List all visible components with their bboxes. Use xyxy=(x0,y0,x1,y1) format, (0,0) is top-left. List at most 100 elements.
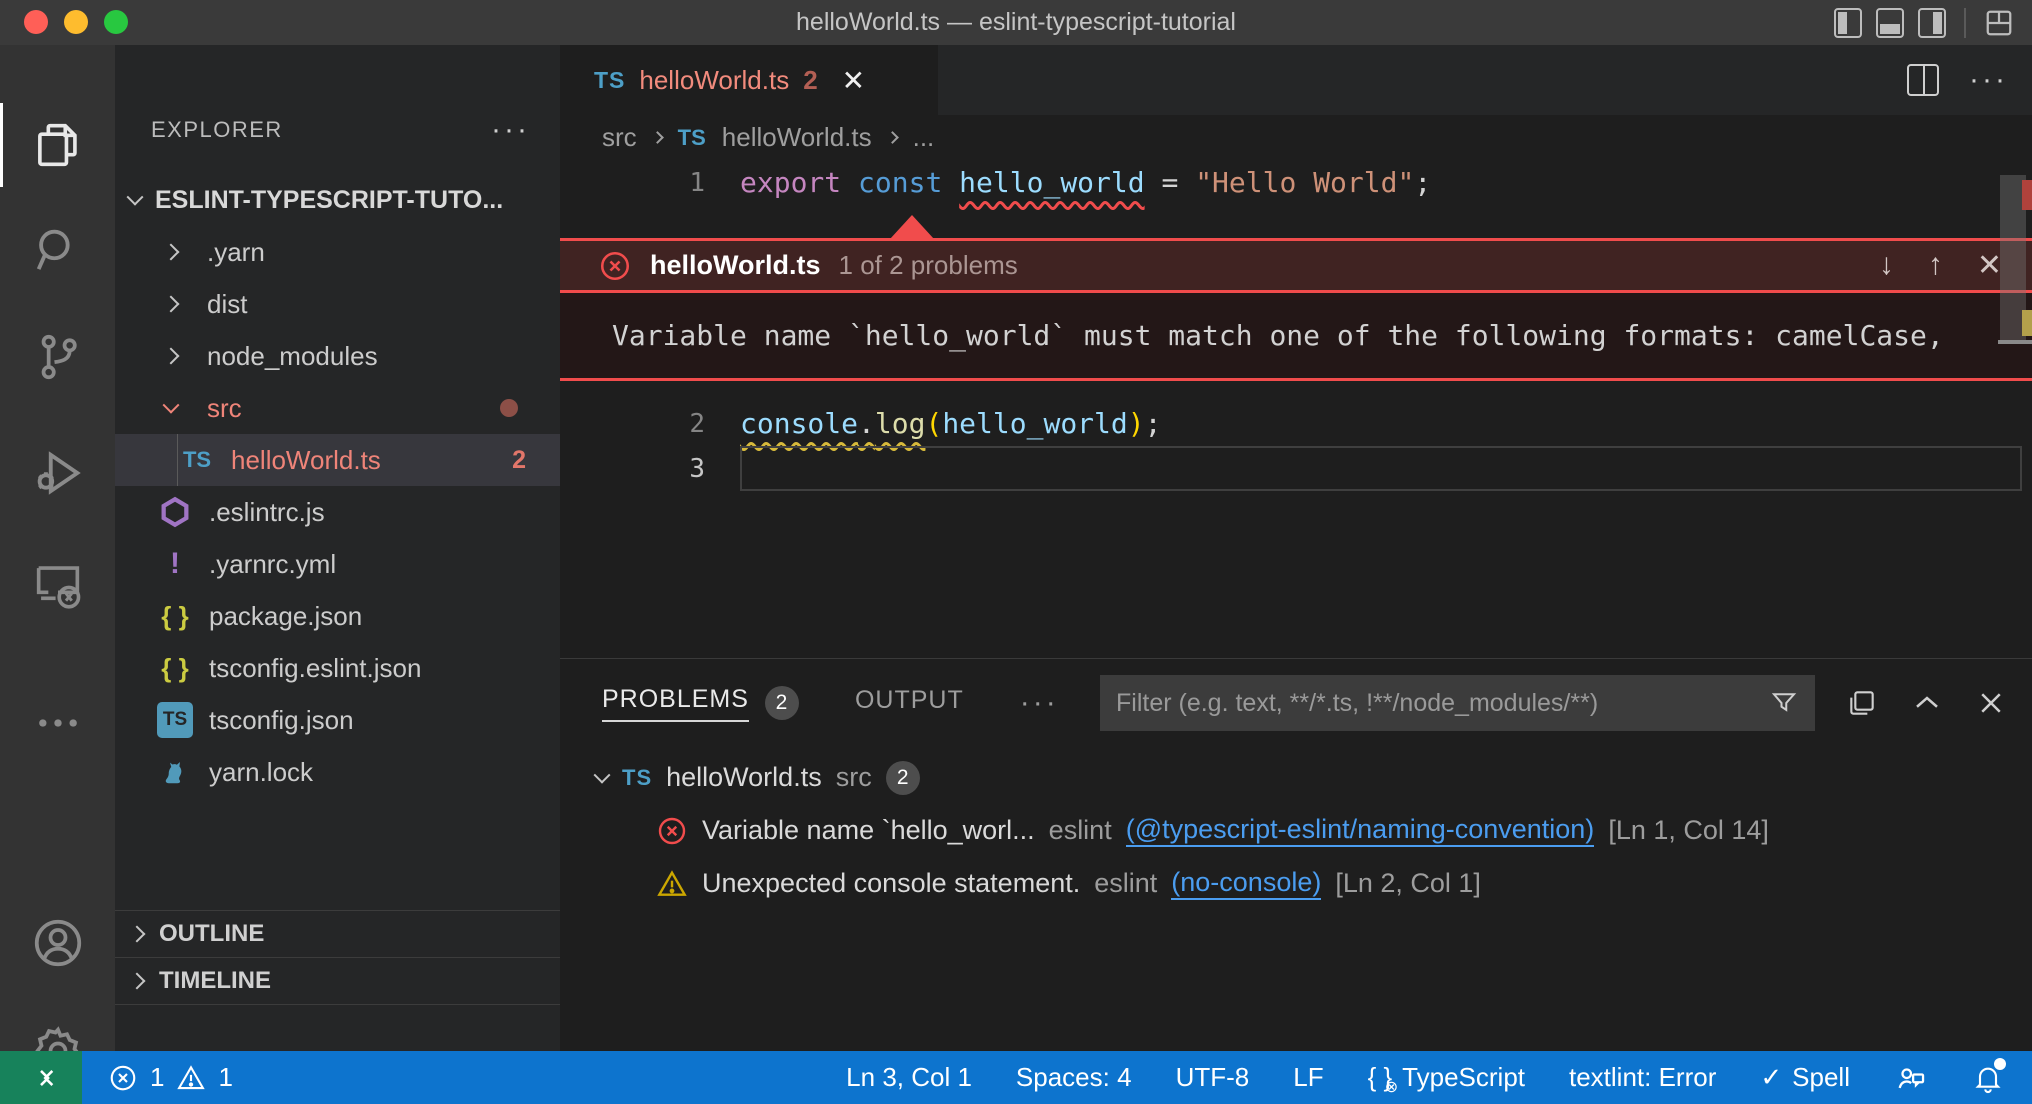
language-mode[interactable]: { }⊗ TypeScript xyxy=(1368,1062,1525,1093)
run-debug-icon[interactable] xyxy=(0,425,115,521)
notification-dot xyxy=(1994,1058,2006,1070)
source-control-icon[interactable] xyxy=(0,309,115,405)
yarn-cat-icon xyxy=(155,757,195,787)
code-editor[interactable]: 1 export const hello_world = "Hello Worl… xyxy=(560,160,2032,658)
rule-link[interactable]: (no-console) xyxy=(1171,867,1321,900)
problems-panel: PROBLEMS 2 OUTPUT ··· xyxy=(560,658,2032,1051)
remote-explorer-icon[interactable] xyxy=(0,537,115,633)
json-icon: { } xyxy=(155,601,195,632)
file-tree: ESLINT-TYPESCRIPT-TUTO... .yarn dist nod… xyxy=(115,174,560,798)
search-icon[interactable] xyxy=(0,203,115,299)
error-count: 1 xyxy=(150,1062,164,1093)
timeline-section[interactable]: TIMELINE xyxy=(115,957,560,1004)
previous-problem-icon[interactable]: ↑ xyxy=(1928,248,1943,283)
file-row[interactable]: { } package.json xyxy=(115,590,560,642)
breadcrumb-symbol[interactable]: ... xyxy=(913,122,935,153)
outline-section[interactable]: OUTLINE xyxy=(115,910,560,957)
folder-row[interactable]: node_modules xyxy=(115,330,560,382)
error-squiggle: hello_world xyxy=(959,166,1144,199)
overview-ruler-error-mark xyxy=(2022,180,2032,210)
tab-helloworld[interactable]: TS helloWorld.ts 2 ✕ xyxy=(560,45,938,115)
chevron-right-icon xyxy=(163,244,180,261)
warning-squiggle: console.log xyxy=(740,407,925,440)
code-line-3-current: 3 xyxy=(560,446,2032,491)
status-bar: 1 1 Ln 3, Col 1 Spaces: 4 UTF-8 LF { }⊗ … xyxy=(0,1051,2032,1104)
problems-file-row[interactable]: TS helloWorld.ts src 2 xyxy=(560,751,2032,804)
peek-error-message[interactable]: Variable name `hello_world` must match o… xyxy=(560,293,2032,378)
tab-problems-badge: 2 xyxy=(803,65,817,96)
breadcrumb-folder[interactable]: src xyxy=(602,122,637,153)
feedback-icon[interactable] xyxy=(1894,1061,1928,1095)
problems-badge: 2 xyxy=(765,686,799,720)
tree-root-folder[interactable]: ESLINT-TYPESCRIPT-TUTO... xyxy=(115,174,560,226)
close-panel-icon[interactable] xyxy=(1976,688,2006,718)
chevron-down-icon xyxy=(163,397,180,414)
view-as-table-icon[interactable] xyxy=(1846,687,1878,719)
toggle-primary-sidebar-icon[interactable] xyxy=(1834,8,1862,38)
zoom-window-button[interactable] xyxy=(104,10,128,34)
tsconfig-icon: TS xyxy=(155,702,195,738)
file-row[interactable]: yarn.lock xyxy=(115,746,560,798)
remote-indicator[interactable] xyxy=(0,1051,82,1104)
explorer-icon[interactable] xyxy=(0,97,115,193)
file-row-selected[interactable]: TS helloWorld.ts 2 xyxy=(115,434,560,486)
toggle-panel-icon[interactable] xyxy=(1876,8,1904,38)
chevron-right-icon xyxy=(163,348,180,365)
editor-group: TS helloWorld.ts 2 ✕ ··· src TS helloWor… xyxy=(560,45,2032,1051)
problems-peek-widget: helloWorld.ts 1 of 2 problems ↓ ↑ ✕ Vari… xyxy=(560,238,2032,381)
problem-row-warning[interactable]: Unexpected console statement. eslint (no… xyxy=(560,857,2032,910)
filter-icon[interactable] xyxy=(1769,688,1799,718)
textlint-status[interactable]: textlint: Error xyxy=(1569,1062,1716,1093)
file-row[interactable]: TS tsconfig.json xyxy=(115,694,560,746)
explorer-more-actions-icon[interactable]: ··· xyxy=(491,125,530,135)
folder-row[interactable]: .yarn xyxy=(115,226,560,278)
filter-input[interactable] xyxy=(1116,689,1769,718)
close-peek-icon[interactable]: ✕ xyxy=(1977,248,2002,283)
folder-row-src[interactable]: src xyxy=(115,382,560,434)
modified-dot-badge xyxy=(500,399,518,417)
file-row[interactable]: ! .yarnrc.yml xyxy=(115,538,560,590)
more-views-icon[interactable] xyxy=(0,675,115,771)
file-problems-badge: 2 xyxy=(886,761,920,795)
typescript-file-icon: TS xyxy=(594,67,625,94)
peek-file-name: helloWorld.ts xyxy=(650,250,821,281)
chevron-right-icon xyxy=(886,131,899,144)
activity-bar: 1 xyxy=(0,45,115,1051)
window-title: helloWorld.ts — eslint-typescript-tutori… xyxy=(0,8,2032,37)
close-window-button[interactable] xyxy=(24,10,48,34)
spell-checker-status[interactable]: ✓ Spell xyxy=(1760,1062,1850,1093)
tab-problems[interactable]: PROBLEMS 2 xyxy=(602,685,799,722)
notifications-bell-icon[interactable] xyxy=(1972,1062,2004,1094)
warning-icon xyxy=(656,868,688,900)
close-tab-icon[interactable]: ✕ xyxy=(842,64,865,97)
editor-more-actions-icon[interactable]: ··· xyxy=(1969,75,2008,85)
cursor-position[interactable]: Ln 3, Col 1 xyxy=(846,1062,972,1093)
accounts-icon[interactable] xyxy=(0,895,115,991)
panel-more-tabs-icon[interactable]: ··· xyxy=(1020,698,1059,708)
code-line-2: 2 console.log(hello_world); xyxy=(560,401,2032,446)
indentation[interactable]: Spaces: 4 xyxy=(1016,1062,1132,1093)
toggle-secondary-sidebar-icon[interactable] xyxy=(1918,8,1946,38)
eol-sequence[interactable]: LF xyxy=(1293,1062,1323,1093)
split-editor-icon[interactable] xyxy=(1907,64,1939,96)
tab-output[interactable]: OUTPUT xyxy=(855,686,964,721)
problems-status[interactable]: 1 1 xyxy=(108,1062,233,1093)
file-row[interactable]: .eslintrc.js xyxy=(115,486,560,538)
chevron-right-icon xyxy=(651,131,664,144)
encoding[interactable]: UTF-8 xyxy=(1176,1062,1250,1093)
chevron-down-icon xyxy=(594,766,611,783)
file-row[interactable]: { } tsconfig.eslint.json xyxy=(115,642,560,694)
customize-layout-icon[interactable] xyxy=(1984,8,2012,38)
rule-link[interactable]: (@typescript-eslint/naming-convention) xyxy=(1126,814,1595,847)
next-problem-icon[interactable]: ↓ xyxy=(1879,248,1894,283)
breadcrumb: src TS helloWorld.ts ... xyxy=(560,115,2032,160)
problem-row-error[interactable]: Variable name `hello_worl... eslint (@ty… xyxy=(560,804,2032,857)
folder-row[interactable]: dist xyxy=(115,278,560,330)
maximize-panel-icon[interactable] xyxy=(1912,688,1942,718)
typescript-status-icon: { }⊗ xyxy=(1368,1062,1393,1093)
explorer-sidebar: EXPLORER ··· ESLINT-TYPESCRIPT-TUTO... .… xyxy=(115,45,560,1051)
json-icon: { } xyxy=(155,653,195,684)
minimize-window-button[interactable] xyxy=(64,10,88,34)
breadcrumb-file[interactable]: helloWorld.ts xyxy=(722,122,872,153)
error-icon xyxy=(656,815,688,847)
